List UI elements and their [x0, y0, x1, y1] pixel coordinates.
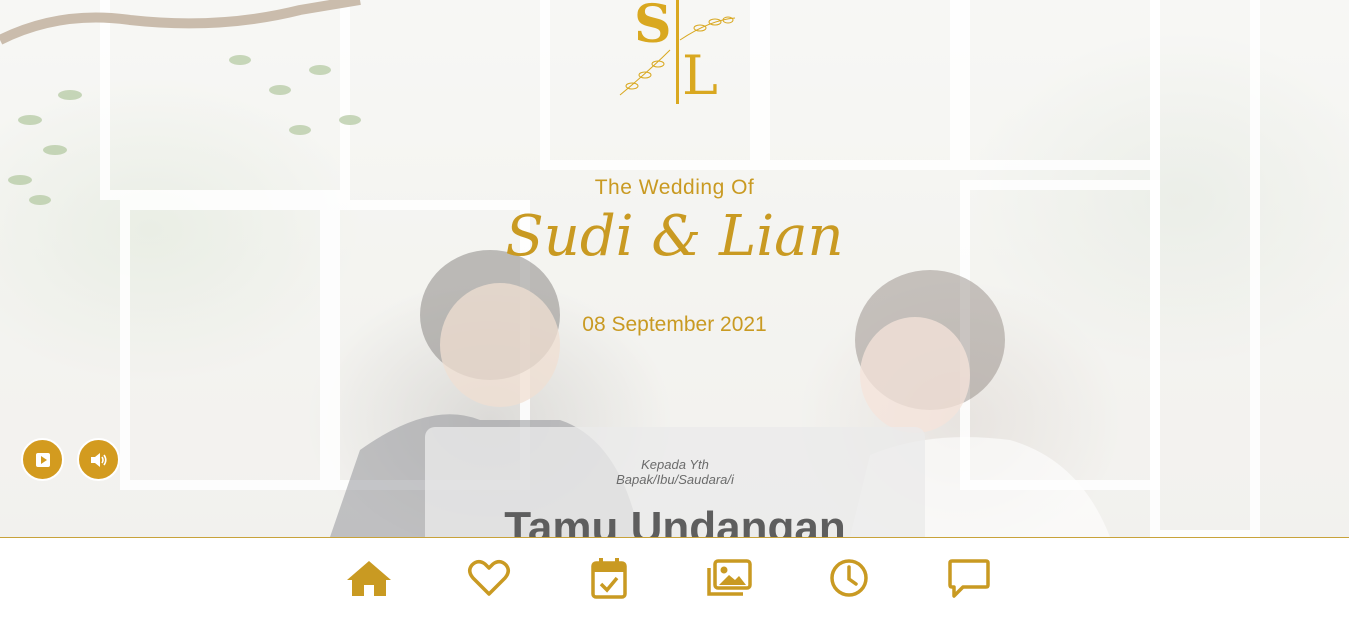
- logo-floral-icon: [619, 16, 736, 96]
- monogram-logo: S L: [610, 0, 740, 110]
- calendar-check-icon: [591, 558, 627, 599]
- addressee-line-2: Bapak/Ibu/Saudara/i: [616, 472, 734, 487]
- nav-gallery[interactable]: [704, 556, 754, 600]
- play-button[interactable]: [21, 438, 64, 481]
- addressee-label: Kepada Yth Bapak/Ibu/Saudara/i: [425, 457, 925, 487]
- volume-icon: [90, 452, 107, 467]
- heart-icon: [468, 560, 510, 596]
- addressee-line-1: Kepada Yth: [641, 457, 709, 472]
- couple-names: Sudi & Lian: [505, 204, 844, 269]
- bottom-navbar: [0, 537, 1349, 617]
- nav-event[interactable]: [584, 556, 634, 600]
- gallery-icon: [707, 559, 752, 596]
- wedding-date: 08 September 2021: [582, 313, 767, 336]
- nav-countdown[interactable]: [824, 556, 874, 600]
- nav-couple[interactable]: [464, 556, 514, 600]
- home-icon: [347, 561, 391, 596]
- clock-icon: [830, 559, 868, 597]
- nav-guestbook[interactable]: [944, 556, 994, 600]
- volume-button[interactable]: [77, 438, 120, 481]
- nav-home[interactable]: [344, 556, 394, 600]
- play-icon: [35, 452, 50, 467]
- chat-icon: [948, 559, 990, 598]
- wedding-subtitle: The Wedding Of: [594, 176, 755, 199]
